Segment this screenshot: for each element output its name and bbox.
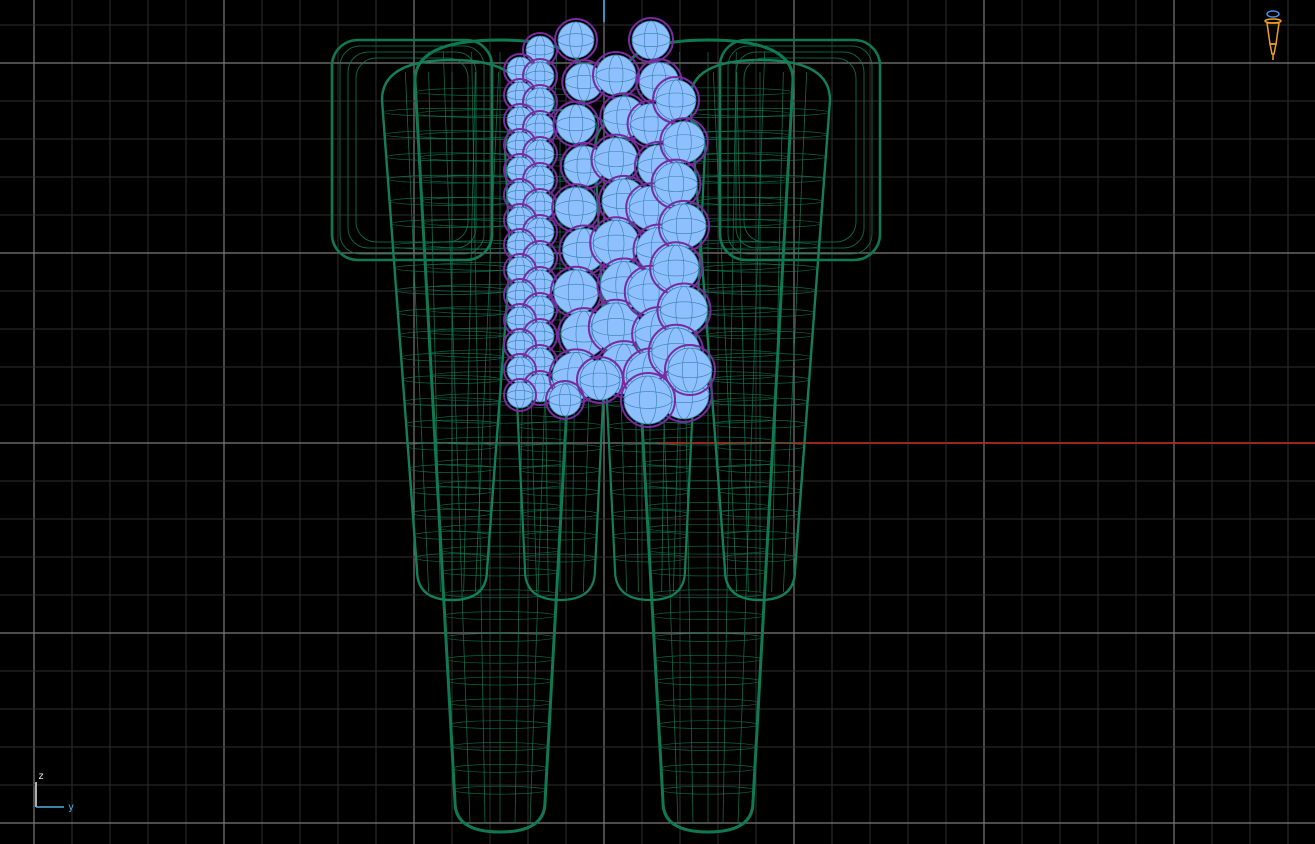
shell-wire [771, 71, 784, 593]
collision-sphere [551, 183, 601, 233]
viewport-canvas[interactable] [0, 0, 1315, 844]
axis-label-y: y [68, 802, 75, 813]
sphere-body [667, 347, 713, 393]
collision-sphere [592, 51, 640, 99]
3d-viewport[interactable]: z y [0, 0, 1315, 844]
collision-sphere [552, 100, 600, 148]
sphere-body [553, 269, 599, 315]
sphere-body [631, 20, 671, 60]
sphere-body [594, 137, 638, 181]
sphere-body [654, 162, 698, 206]
collision-sphere [652, 76, 700, 124]
orientation-indicator [35, 782, 64, 808]
shell-wire [471, 51, 486, 825]
collision-sphere [656, 282, 712, 338]
collision-sphere-cluster [503, 17, 716, 428]
sphere-body [506, 381, 534, 409]
shell-wire [463, 71, 476, 593]
collision-sphere [664, 344, 716, 396]
collision-sphere [650, 158, 702, 210]
sphere-body [557, 21, 595, 59]
sphere-body [661, 203, 707, 249]
collision-sphere [590, 133, 642, 185]
sphere-body [579, 359, 621, 401]
camera-view-icon-graphic [1264, 10, 1282, 60]
collision-sphere [628, 17, 674, 63]
sphere-body [662, 120, 706, 164]
collision-sphere [503, 378, 537, 412]
shell-wire [736, 71, 749, 593]
collision-sphere [554, 18, 598, 62]
sphere-body [556, 104, 596, 144]
sphere-body [595, 54, 637, 96]
finger-shell [413, 38, 587, 834]
sphere-body [554, 186, 598, 230]
sphere-body [655, 79, 697, 121]
sphere-body [548, 383, 582, 417]
axis-label-z: z [38, 771, 45, 782]
sphere-body [623, 375, 673, 425]
collision-sphere [545, 380, 585, 420]
collision-sphere [659, 117, 709, 167]
camera-view-icon[interactable] [1262, 8, 1284, 64]
